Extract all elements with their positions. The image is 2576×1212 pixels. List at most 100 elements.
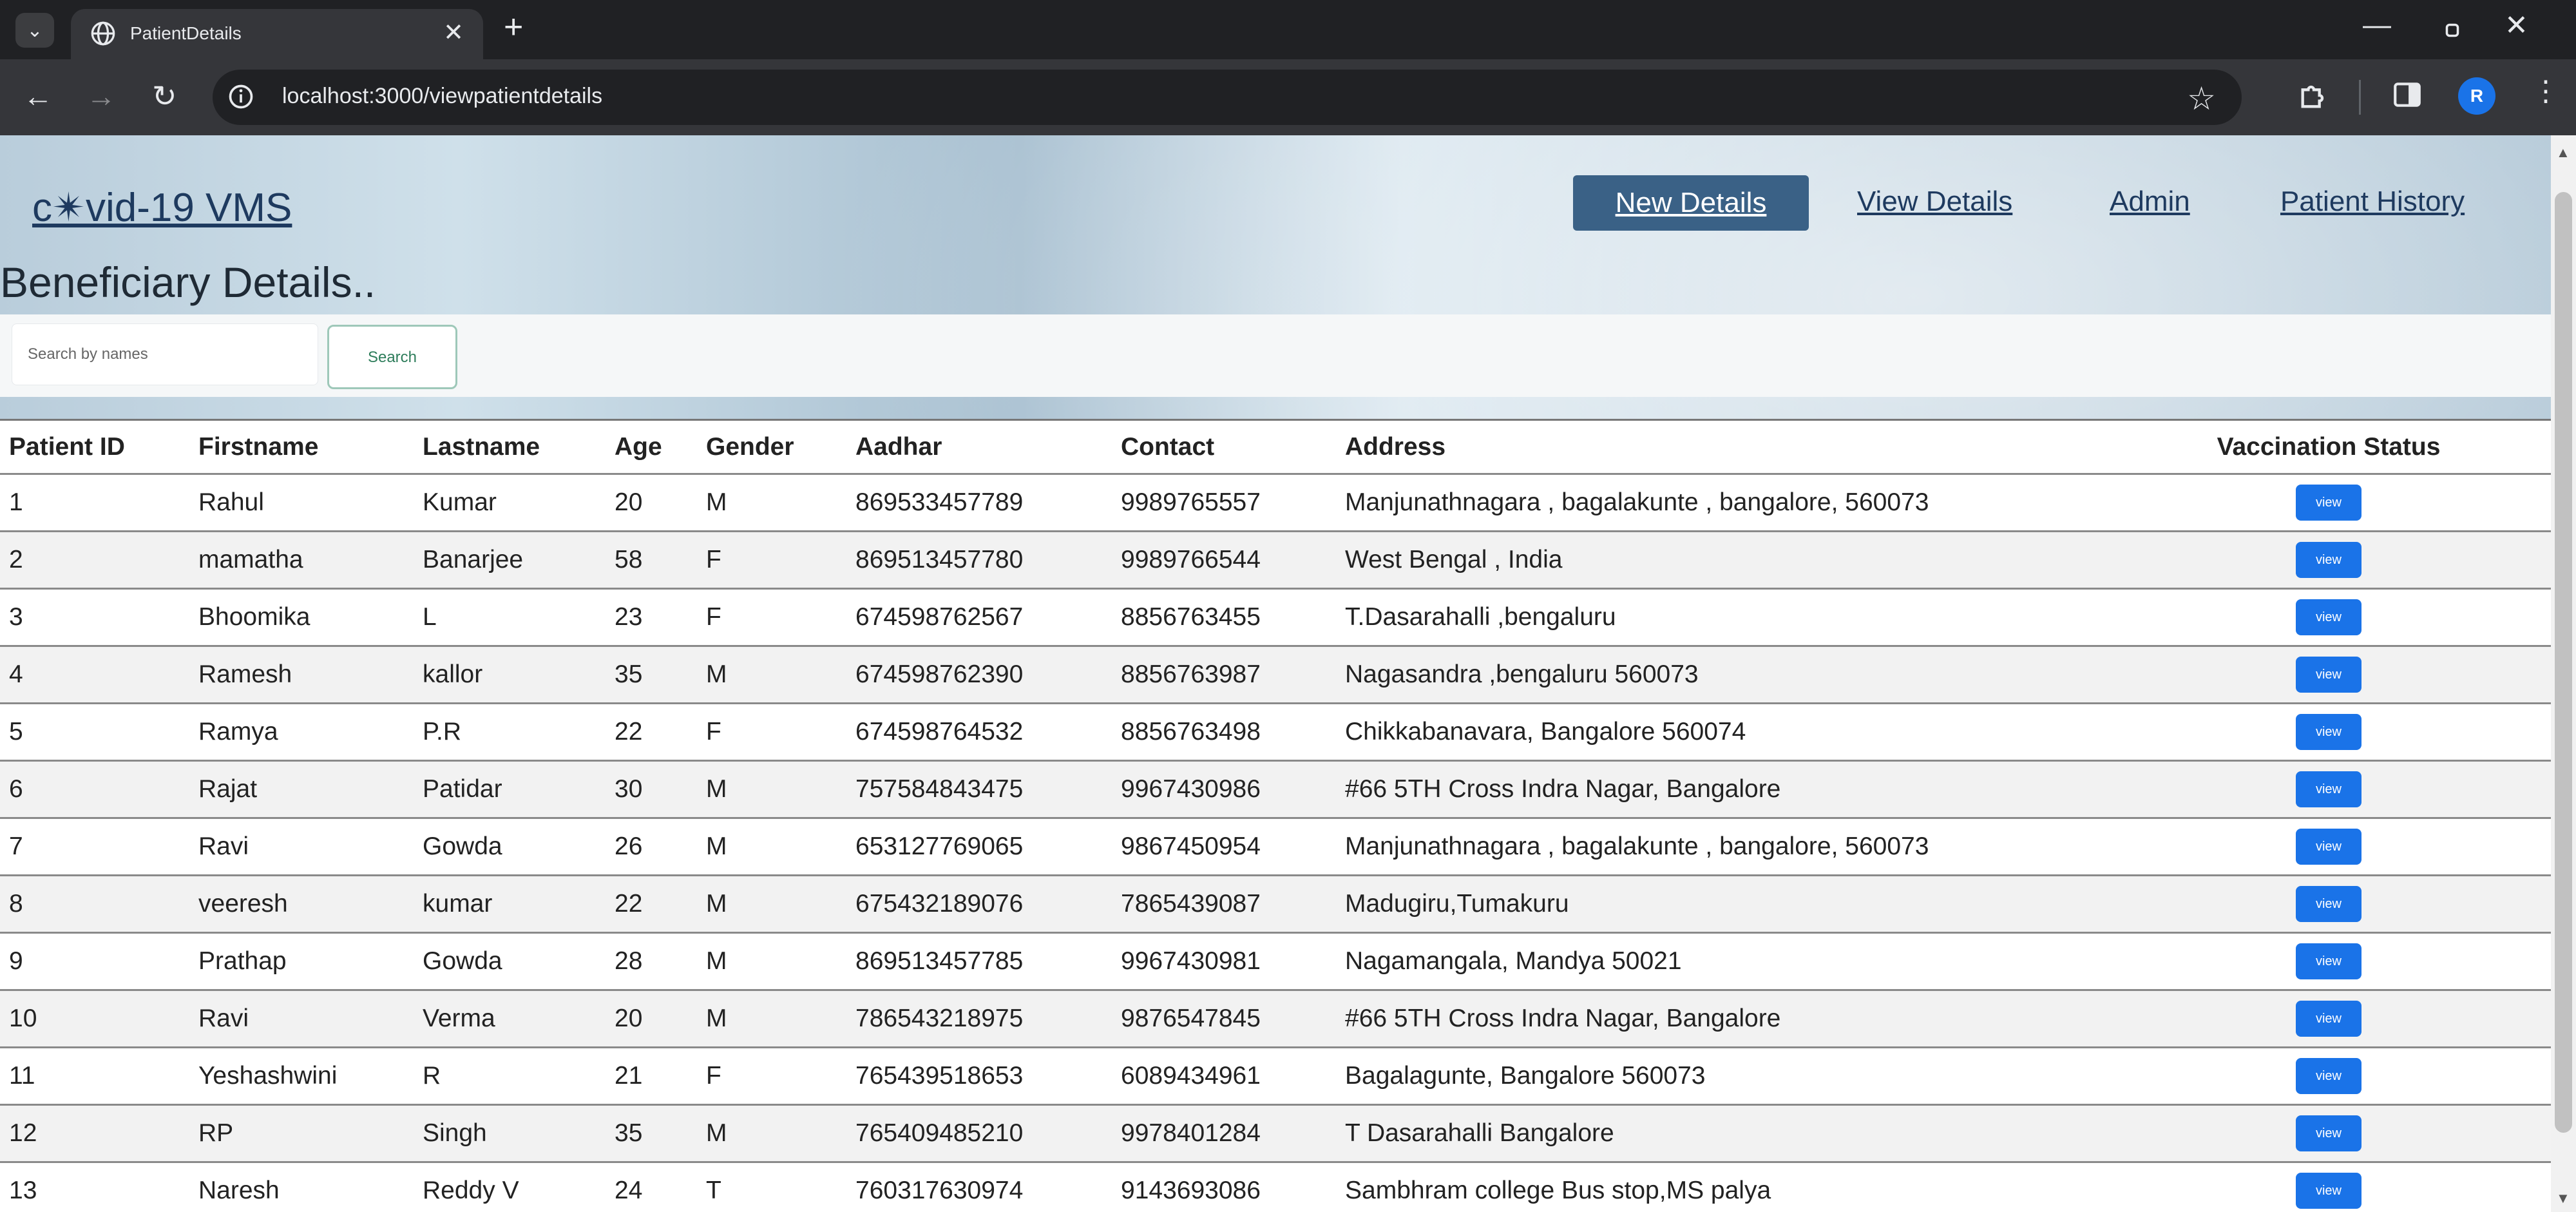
table-row: 2 mamatha Banarjee 58 F 869513457780 998976654… (0, 530, 2551, 589)
cell-contact: 6089434961 (1112, 1046, 1336, 1105)
cell-address: Sambhram college Bus stop,MS palya (1336, 1161, 2106, 1212)
cell-vaccination-status: view (2106, 932, 2551, 990)
view-status-button[interactable]: view (2296, 599, 2361, 635)
reload-icon[interactable]: ↻ (152, 79, 177, 113)
column-header-lastname: Lastname (414, 421, 606, 474)
profile-avatar[interactable]: R (2458, 77, 2495, 115)
cell-aadhar: 674598762567 (846, 588, 1112, 646)
cell-lastname: L (414, 588, 606, 646)
cell-firstname: Prathap (189, 932, 414, 990)
cell-address: #66 5TH Cross Indra Nagar, Bangalore (1336, 989, 2106, 1048)
cell-firstname: Ramesh (189, 645, 414, 704)
scroll-up-arrow-icon[interactable]: ▲ (2556, 144, 2570, 161)
nav-view-details[interactable]: View Details (1857, 186, 2012, 218)
cell-aadhar: 869513457785 (846, 932, 1112, 990)
view-status-button[interactable]: view (2296, 1115, 2361, 1151)
view-status-button[interactable]: view (2296, 1173, 2361, 1209)
cell-patient-id: 4 (0, 645, 189, 704)
forward-icon[interactable]: → (86, 79, 116, 113)
toolbar-divider (2359, 80, 2361, 115)
view-status-button[interactable]: view (2296, 886, 2361, 922)
cell-patient-id: 8 (0, 874, 189, 933)
cell-vaccination-status: view (2106, 588, 2551, 646)
cell-aadhar: 765439518653 (846, 1046, 1112, 1105)
table-row: 1 Rahul Kumar 20 M 869533457789 9989765557 Manj… (0, 473, 2551, 532)
cell-age: 20 (606, 473, 697, 532)
side-panel-icon[interactable] (2391, 79, 2423, 111)
url-text[interactable]: localhost:3000/viewpatientdetails (282, 84, 602, 109)
cell-lastname: Patidar (414, 760, 606, 818)
page-scrollbar[interactable]: ▲ ▼ (2551, 135, 2576, 1212)
cell-vaccination-status: view (2106, 702, 2551, 761)
table-header-row: Patient ID Firstname Lastname Age Gender Aadh… (0, 421, 2551, 474)
view-status-button[interactable]: view (2296, 771, 2361, 807)
view-status-button[interactable]: view (2296, 1001, 2361, 1037)
search-input[interactable] (12, 323, 318, 385)
table-row: 11 Yeshashwini R 21 F 765439518653 6089434961 B… (0, 1046, 2551, 1105)
chevron-down-icon: ⌄ (26, 19, 43, 41)
view-status-button[interactable]: view (2296, 657, 2361, 693)
page-content: c✴vid-19 VMS New Details View Details Ad… (0, 135, 2551, 1212)
view-status-button[interactable]: view (2296, 943, 2361, 979)
restore-icon[interactable] (2441, 19, 2463, 41)
cell-contact: 9989766544 (1112, 530, 1336, 589)
cell-firstname: Rahul (189, 473, 414, 532)
close-window-icon[interactable]: ✕ (2504, 9, 2528, 42)
cell-age: 24 (606, 1161, 697, 1212)
minimize-icon[interactable]: — (2363, 9, 2391, 41)
table-row: 12 RP Singh 35 M 765409485210 9978401284 T Dasa… (0, 1104, 2551, 1162)
cell-address: T.Dasarahalli ,bengaluru (1336, 588, 2106, 646)
nav-new-details[interactable]: New Details (1573, 175, 1809, 231)
cell-aadhar: 674598762390 (846, 645, 1112, 704)
nav-patient-history[interactable]: Patient History (2280, 186, 2465, 218)
cell-lastname: Singh (414, 1104, 606, 1162)
cell-patient-id: 7 (0, 817, 189, 876)
nav-admin[interactable]: Admin (2110, 186, 2190, 218)
close-icon[interactable]: ✕ (443, 18, 464, 47)
scroll-thumb[interactable] (2555, 192, 2572, 1133)
view-status-button[interactable]: view (2296, 829, 2361, 865)
globe-icon (91, 21, 115, 46)
new-tab-button[interactable]: + (504, 8, 523, 46)
column-header-address: Address (1336, 421, 2106, 474)
cell-address: Manjunathnagara , bagalakunte , bangalor… (1336, 817, 2106, 876)
cell-gender: M (697, 989, 846, 1048)
view-status-button[interactable]: view (2296, 542, 2361, 578)
puzzle-icon[interactable] (2297, 79, 2331, 112)
search-button[interactable]: Search (327, 325, 457, 389)
star-icon[interactable]: ☆ (2187, 80, 2216, 117)
cell-gender: M (697, 817, 846, 876)
info-icon[interactable] (227, 82, 255, 111)
cell-address: Madugiru,Tumakuru (1336, 874, 2106, 933)
cell-contact: 9876547845 (1112, 989, 1336, 1048)
cell-age: 58 (606, 530, 697, 589)
page-title: Beneficiary Details.. (0, 258, 376, 306)
back-icon[interactable]: ← (23, 79, 53, 113)
scroll-down-arrow-icon[interactable]: ▼ (2556, 1190, 2570, 1207)
cell-vaccination-status: view (2106, 760, 2551, 818)
cell-aadhar: 786543218975 (846, 989, 1112, 1048)
address-bar[interactable]: localhost:3000/viewpatientdetails ☆ (213, 70, 2242, 125)
table-row: 5 Ramya P.R 22 F 674598764532 8856763498 Chikka… (0, 702, 2551, 761)
kebab-menu-icon[interactable]: ⋮ (2532, 75, 2560, 108)
view-status-button[interactable]: view (2296, 714, 2361, 750)
cell-address: T Dasarahalli Bangalore (1336, 1104, 2106, 1162)
view-status-button[interactable]: view (2296, 485, 2361, 521)
cell-age: 21 (606, 1046, 697, 1105)
site-logo-link[interactable]: c✴vid-19 VMS (32, 184, 292, 231)
cell-aadhar: 765409485210 (846, 1104, 1112, 1162)
cell-firstname: Ravi (189, 989, 414, 1048)
tab-search-button[interactable]: ⌄ (15, 13, 54, 48)
cell-firstname: Rajat (189, 760, 414, 818)
cell-aadhar: 653127769065 (846, 817, 1112, 876)
cell-aadhar: 869513457780 (846, 530, 1112, 589)
view-status-button[interactable]: view (2296, 1058, 2361, 1094)
browser-tab[interactable]: PatientDetails ✕ (71, 9, 483, 59)
cell-firstname: RP (189, 1104, 414, 1162)
table-row: 9 Prathap Gowda 28 M 869513457785 9967430981 Na… (0, 932, 2551, 990)
cell-patient-id: 9 (0, 932, 189, 990)
cell-contact: 8856763987 (1112, 645, 1336, 704)
cell-contact: 9967430981 (1112, 932, 1336, 990)
column-header-contact: Contact (1112, 421, 1336, 474)
cell-address: Nagasandra ,bengaluru 560073 (1336, 645, 2106, 704)
